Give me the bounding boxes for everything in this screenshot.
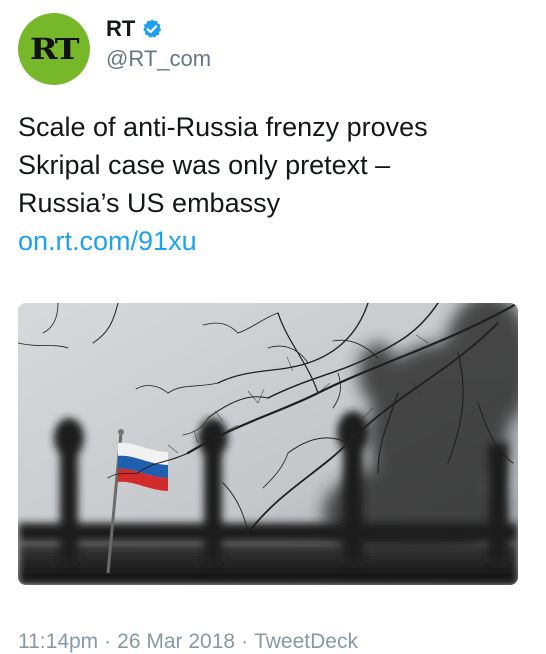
- meta-separator: ·: [104, 630, 112, 653]
- tweet-meta: 11:14pm · 26 Mar 2018 · TweetDeck: [18, 630, 358, 654]
- tweet-text: Scale of anti-Russia frenzy proves Skrip…: [18, 108, 528, 260]
- name-row: RT: [106, 16, 163, 42]
- media-image: [18, 303, 518, 585]
- tweet-link[interactable]: on.rt.com/91xu: [18, 222, 528, 260]
- tweet-source[interactable]: TweetDeck: [254, 630, 358, 653]
- tweet-time[interactable]: 11:14pm: [18, 630, 98, 653]
- meta-separator: ·: [241, 630, 249, 653]
- display-name[interactable]: RT: [106, 16, 135, 42]
- avatar-logo: RT: [30, 32, 80, 66]
- tweet-text-line: Russia’s US embassy: [18, 188, 281, 218]
- tweet-media[interactable]: [18, 303, 518, 585]
- tweet: RT RT @RT_com Scale of anti-Russia frenz…: [0, 0, 546, 654]
- tweet-text-line: Skripal case was only pretext –: [18, 150, 391, 180]
- handle[interactable]: @RT_com: [106, 46, 211, 72]
- tweet-date[interactable]: 26 Mar 2018: [117, 630, 235, 653]
- verified-badge-icon: [143, 19, 162, 38]
- avatar[interactable]: RT: [18, 13, 90, 85]
- tweet-text-line: Scale of anti-Russia frenzy proves: [18, 112, 428, 142]
